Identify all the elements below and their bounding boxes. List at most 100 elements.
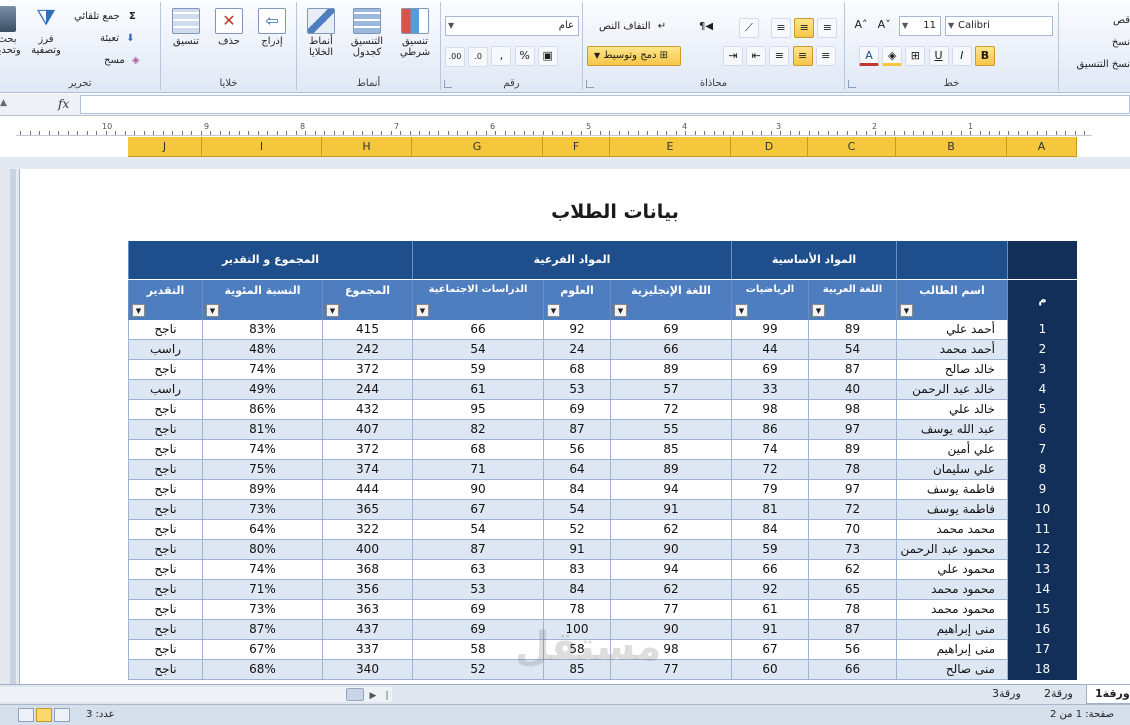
cell-percent[interactable]: 74% [202,440,322,460]
tab-sheet1[interactable]: ورقة1 [1086,685,1130,704]
shrink-font-icon[interactable]: A˅ [874,16,894,36]
header-english[interactable]: اللغة الإنجليزية ▼ [610,280,731,320]
cell-name[interactable]: منى صالح [896,660,1007,680]
cell-total[interactable]: 337 [322,640,412,660]
cell-grade[interactable]: ناجح [128,400,202,420]
cell-arabic[interactable]: 87 [808,620,896,640]
font-name-combo[interactable]: ▼ Calibri [945,16,1053,36]
page-layout-view-icon[interactable] [36,708,52,722]
header-grade[interactable]: التقدير ▼ [128,280,202,320]
cell-percent[interactable]: 89% [202,480,322,500]
cell-total[interactable]: 372 [322,360,412,380]
cell-grade[interactable]: ناجح [128,620,202,640]
cell-science[interactable]: 53 [543,380,610,400]
cell-english[interactable]: 72 [610,400,731,420]
cell-name[interactable]: عبد الله يوسف [896,420,1007,440]
cell-percent[interactable]: 81% [202,420,322,440]
cell-social[interactable]: 82 [412,420,543,440]
cell-science[interactable]: 68 [543,360,610,380]
align-bottom-icon[interactable]: ≡ [817,18,838,38]
cell-arabic[interactable]: 65 [808,580,896,600]
cell-no[interactable]: 11 [1007,520,1077,540]
cell-name[interactable]: فاطمة يوسف [896,480,1007,500]
align-right-icon[interactable]: ≡ [815,46,836,66]
cell-english[interactable]: 90 [610,540,731,560]
cell-total[interactable]: 372 [322,440,412,460]
cell-social[interactable]: 71 [412,460,543,480]
cell-english[interactable]: 66 [610,340,731,360]
column-header-i[interactable]: I [202,137,322,157]
column-header-g[interactable]: G [412,137,543,157]
cell-total[interactable]: 363 [322,600,412,620]
cell-grade[interactable]: ناجح [128,320,202,340]
cell-science[interactable]: 52 [543,520,610,540]
cell-no[interactable]: 5 [1007,400,1077,420]
increase-indent-icon[interactable]: ⇥ [723,46,743,66]
delete-cells-button[interactable]: ✕ حذف [211,8,247,47]
cell-math[interactable]: 60 [731,660,808,680]
header-group-total[interactable]: المجموع و التقدير [128,241,412,279]
cell-arabic[interactable]: 78 [808,600,896,620]
cell-arabic[interactable]: 72 [808,500,896,520]
cell-no[interactable]: 2 [1007,340,1077,360]
cell-percent[interactable]: 75% [202,460,322,480]
cell-percent[interactable]: 71% [202,580,322,600]
cell-science[interactable]: 56 [543,440,610,460]
cell-no[interactable]: 1 [1007,320,1077,340]
bold-button[interactable]: B [974,46,995,66]
cell-no[interactable]: 17 [1007,640,1077,660]
cell-math[interactable]: 69 [731,360,808,380]
cell-total[interactable]: 242 [322,340,412,360]
cell-english[interactable]: 62 [610,520,731,540]
sort-filter-button[interactable]: ⧩ فرز وتصفية [26,6,66,56]
cell-no[interactable]: 14 [1007,580,1077,600]
cell-grade[interactable]: ناجح [128,520,202,540]
format-cells-button[interactable]: تنسيق [167,8,205,47]
cell-english[interactable]: 91 [610,500,731,520]
split-handle-icon[interactable]: | [380,689,394,704]
cell-percent[interactable]: 49% [202,380,322,400]
cell-grade[interactable]: راسب [128,380,202,400]
orientation-button[interactable]: ⟋ [739,18,759,38]
cell-arabic[interactable]: 73 [808,540,896,560]
currency-icon[interactable]: ▣ [537,46,558,66]
cell-arabic[interactable]: 54 [808,340,896,360]
cell-arabic[interactable]: 56 [808,640,896,660]
fill-color-icon[interactable]: ◈ [882,46,903,66]
cell-name[interactable]: أحمد علي [896,320,1007,340]
borders-icon[interactable]: ⊞ [905,46,926,66]
cell-english[interactable]: 62 [610,580,731,600]
cell-science[interactable]: 84 [543,580,610,600]
cell-social[interactable]: 90 [412,480,543,500]
find-select-button[interactable]: بحث وتحديد [0,6,22,56]
cell-no[interactable]: 6 [1007,420,1077,440]
cell-percent[interactable]: 86% [202,400,322,420]
cell-math[interactable]: 59 [731,540,808,560]
cell-name[interactable]: خالد علي [896,400,1007,420]
cell-social[interactable]: 68 [412,440,543,460]
cell-percent[interactable]: 73% [202,600,322,620]
cell-math[interactable]: 66 [731,560,808,580]
header-total[interactable]: المجموع ▼ [322,280,412,320]
decrease-indent-icon[interactable]: ⇤ [746,46,767,66]
cell-social[interactable]: 59 [412,360,543,380]
cell-total[interactable]: 322 [322,520,412,540]
header-group-name-blank[interactable] [896,241,1007,279]
cell-science[interactable]: 24 [543,340,610,360]
header-group-main[interactable]: المواد الأساسية [731,241,896,279]
font-color-icon[interactable]: A [859,46,879,66]
cell-science[interactable]: 54 [543,500,610,520]
cell-percent[interactable]: 67% [202,640,322,660]
merge-center-button[interactable]: ▼ دمج وتوسيط ⊞ [587,46,681,66]
cell-arabic[interactable]: 40 [808,380,896,400]
cell-grade[interactable]: ناجح [128,600,202,620]
cell-science[interactable]: 69 [543,400,610,420]
cell-arabic[interactable]: 97 [808,480,896,500]
cell-science[interactable]: 87 [543,420,610,440]
column-header-d[interactable]: D [731,137,808,157]
cell-math[interactable]: 67 [731,640,808,660]
cell-arabic[interactable]: 78 [808,460,896,480]
horizontal-scrollbar[interactable]: ▶ | [0,687,392,702]
cell-name[interactable]: محمود محمد [896,580,1007,600]
number-format-combo[interactable]: ▼ عام [445,16,579,36]
